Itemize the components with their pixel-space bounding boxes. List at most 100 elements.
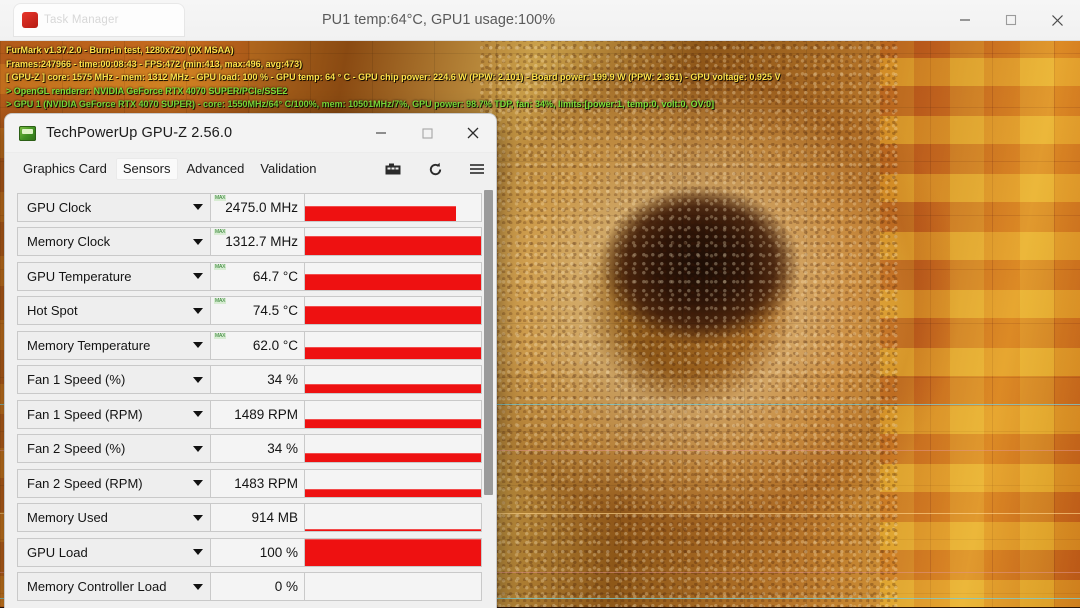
sensor-name-dropdown[interactable]: Fan 1 Speed (RPM) (17, 399, 211, 429)
sensor-value-label: 0 % (274, 579, 298, 595)
sensor-name-dropdown[interactable]: Hot Spot (17, 296, 211, 326)
sensor-name-dropdown[interactable]: Fan 2 Speed (%) (17, 434, 211, 464)
sensor-value-box: 100 % (211, 537, 305, 567)
sensor-value-box: 914 MB (211, 503, 305, 533)
gpuz-close-icon[interactable] (450, 114, 496, 152)
sensor-graph-fill (305, 346, 481, 359)
sensor-graph[interactable] (305, 537, 482, 567)
sensor-name-label: Memory Controller Load (27, 579, 167, 595)
gpuz-minimize-icon[interactable] (358, 114, 404, 152)
sensor-value-box: 34 % (211, 365, 305, 395)
sensor-name-label: GPU Clock (27, 199, 92, 215)
gpuz-window-buttons (358, 114, 496, 152)
sensor-row: Fan 2 Speed (RPM) 1483 RPM (5, 466, 496, 501)
sensor-graph[interactable] (305, 468, 482, 498)
sensor-name-label: Memory Clock (27, 234, 111, 250)
refresh-icon[interactable] (426, 160, 444, 178)
menu-icon[interactable] (468, 160, 486, 178)
chevron-down-icon[interactable] (193, 445, 203, 452)
app-favicon-icon (22, 12, 38, 28)
tab-graphics-card[interactable]: Graphics Card (16, 158, 114, 180)
chevron-down-icon[interactable] (193, 342, 203, 349)
sensor-name-dropdown[interactable]: Fan 2 Speed (RPM) (17, 468, 211, 498)
chevron-down-icon[interactable] (193, 549, 203, 556)
gpuz-maximize-icon[interactable] (404, 114, 450, 152)
sensor-graph[interactable] (305, 399, 482, 429)
tab-advanced[interactable]: Advanced (180, 158, 252, 180)
sensor-graph-fill (305, 306, 481, 325)
sensor-graph[interactable] (305, 365, 482, 395)
sensor-row: Memory Clock MAX 1312.7 MHz (5, 225, 496, 260)
tab-sensors[interactable]: Sensors (115, 158, 178, 180)
sensor-graph-fill (305, 384, 481, 394)
sensor-value-box: MAX 74.5 °C (211, 296, 305, 326)
sensor-graph-fill (305, 236, 481, 256)
chevron-down-icon[interactable] (193, 273, 203, 280)
chevron-down-icon[interactable] (193, 411, 203, 418)
sensor-graph-fill (305, 529, 481, 532)
max-badge: MAX (214, 263, 227, 270)
sensor-graph[interactable] (305, 503, 482, 533)
sensor-graph-fill (305, 488, 481, 497)
sensor-name-dropdown[interactable]: Fan 1 Speed (%) (17, 365, 211, 395)
sensor-graph[interactable] (305, 261, 482, 291)
sensor-name-dropdown[interactable]: GPU Clock (17, 192, 211, 222)
sensor-value-box: MAX 2475.0 MHz (211, 192, 305, 222)
sensor-value-label: 914 MB (251, 510, 298, 526)
osd-line-version: FurMark v1.37.2.0 - Burn-in test, 1280x7… (6, 45, 234, 55)
sensor-graph[interactable] (305, 227, 482, 257)
chevron-down-icon[interactable] (193, 307, 203, 314)
sensor-value-box: MAX 62.0 °C (211, 330, 305, 360)
sensor-name-label: GPU Temperature (27, 268, 132, 284)
sensor-name-dropdown[interactable]: GPU Load (17, 537, 211, 567)
sensor-row: Memory Temperature MAX 62.0 °C (5, 328, 496, 363)
scrollbar-thumb[interactable] (484, 190, 493, 495)
camera-icon[interactable] (384, 160, 402, 178)
osd-line-frames: Frames:247966 - time:00:08:43 - FPS:472 … (6, 58, 303, 69)
chevron-down-icon[interactable] (193, 204, 203, 211)
host-tab[interactable]: Task Manager (14, 4, 184, 36)
sensor-value-box: 0 % (211, 572, 305, 602)
chevron-down-icon[interactable] (193, 480, 203, 487)
sensor-graph[interactable] (305, 296, 482, 326)
osd-line-gpuz: [ GPU-Z ] core: 1575 MHz - mem: 1312 MHz… (6, 72, 781, 82)
sensor-value-label: 62.0 °C (252, 337, 298, 353)
sensor-graph[interactable] (305, 192, 482, 222)
sensor-name-dropdown[interactable]: Memory Clock (17, 227, 211, 257)
sensor-graph[interactable] (305, 434, 482, 464)
sensor-graph-fill (305, 418, 481, 428)
tab-validation[interactable]: Validation (253, 158, 323, 180)
sensor-row: GPU Clock MAX 2475.0 MHz (5, 190, 496, 225)
sensor-value-label: 1312.7 MHz (225, 234, 298, 250)
furmark-osd: FurMark v1.37.2.0 - Burn-in test, 1280x7… (6, 44, 1066, 112)
sensor-list-scrollbar[interactable] (484, 190, 493, 606)
sensor-value-box: 1483 RPM (211, 468, 305, 498)
sensor-row: Fan 1 Speed (%) 34 % (5, 363, 496, 398)
sensor-row: GPU Load 100 % (5, 535, 496, 570)
chevron-down-icon[interactable] (193, 583, 203, 590)
sensor-value-box: 1489 RPM (211, 399, 305, 429)
sensor-name-dropdown[interactable]: Memory Used (17, 503, 211, 533)
chevron-down-icon[interactable] (193, 238, 203, 245)
sensor-value-box: 34 % (211, 434, 305, 464)
osd-line-gpu1: > GPU 1 (NVIDIA GeForce RTX 4070 SUPER) … (6, 99, 715, 109)
chevron-down-icon[interactable] (193, 376, 203, 383)
host-minimize-icon[interactable] (942, 0, 988, 40)
osd-line-renderer: > OpenGL renderer: NVIDIA GeForce RTX 40… (6, 85, 288, 96)
sensor-graph[interactable] (305, 330, 482, 360)
host-window-titlebar: Task Manager PU1 temp:64°C, GPU1 usage:1… (0, 0, 1080, 41)
chevron-down-icon[interactable] (193, 514, 203, 521)
sensor-graph[interactable] (305, 572, 482, 602)
gpuz-logo-icon (19, 125, 36, 141)
sensor-name-dropdown[interactable]: Memory Controller Load (17, 572, 211, 602)
sensor-name-dropdown[interactable]: GPU Temperature (17, 261, 211, 291)
host-maximize-icon[interactable] (988, 0, 1034, 40)
host-close-icon[interactable] (1034, 0, 1080, 40)
sensor-name-label: Hot Spot (27, 303, 78, 319)
sensor-name-dropdown[interactable]: Memory Temperature (17, 330, 211, 360)
sensor-value-label: 64.7 °C (252, 268, 298, 284)
host-tab-label: Task Manager (44, 14, 119, 26)
sensor-value-label: 1489 RPM (234, 406, 298, 422)
sensor-graph-fill (305, 453, 481, 463)
sensor-row: Hot Spot MAX 74.5 °C (5, 294, 496, 329)
